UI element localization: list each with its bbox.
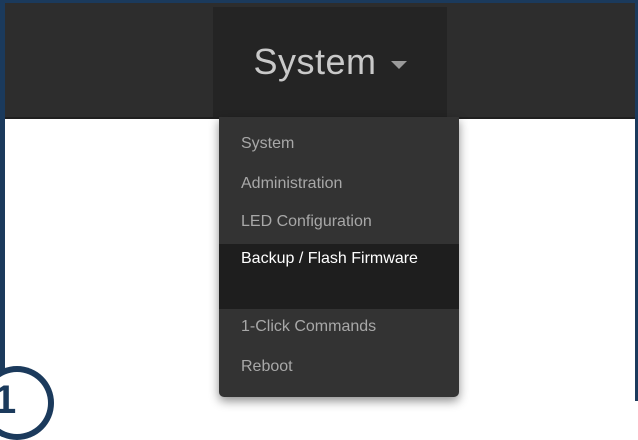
menu-item-1-click-commands[interactable]: 1-Click Commands (219, 318, 459, 336)
caret-down-icon (390, 61, 407, 69)
system-menu-label: System (253, 41, 377, 82)
menu-item-reboot[interactable]: Reboot (219, 358, 459, 376)
menu-item-system[interactable]: System (219, 135, 459, 153)
system-dropdown-menu: System Administration LED Configuration … (219, 117, 459, 397)
top-navbar: System (5, 3, 635, 119)
system-menu-toggle[interactable]: System (213, 7, 447, 117)
menu-item-administration[interactable]: Administration (219, 175, 459, 193)
menu-item-backup-flash-firmware[interactable]: Backup / Flash Firmware (219, 244, 459, 309)
menu-item-led-configuration[interactable]: LED Configuration (219, 213, 459, 231)
